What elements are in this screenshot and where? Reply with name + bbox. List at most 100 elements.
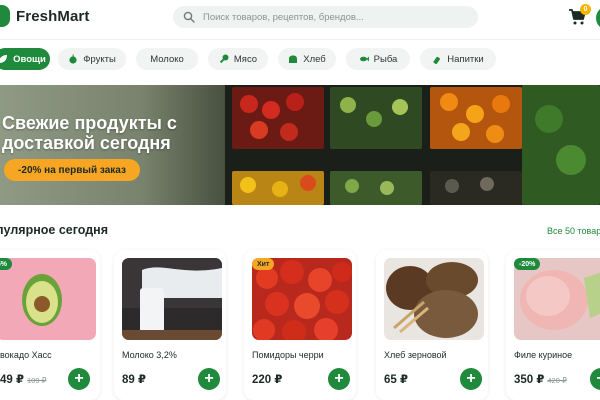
search-icon xyxy=(183,11,195,23)
product-image xyxy=(514,258,600,340)
vegetable xyxy=(445,179,459,193)
vegetable xyxy=(280,123,298,141)
avatar[interactable] xyxy=(596,6,600,30)
price-current: 65 ₽ xyxy=(384,374,408,386)
vegetable xyxy=(250,121,268,139)
price-current: 350 ₽ xyxy=(514,374,545,386)
crate-leafy xyxy=(522,85,600,205)
vegetable xyxy=(340,97,356,113)
vegetable xyxy=(300,175,316,191)
category-meat[interactable]: Мясо xyxy=(208,48,268,70)
vegetable xyxy=(366,111,382,127)
vegetable xyxy=(486,125,504,143)
category-label: Молоко xyxy=(150,53,184,65)
hit-badge: Хит xyxy=(252,258,275,270)
price-current: 49 ₽ xyxy=(0,374,24,386)
price-old: 420 ₽ xyxy=(547,376,567,385)
add-to-cart-button[interactable]: + xyxy=(460,368,482,390)
product-card[interactable]: -20% Филе куриное 350 ₽420 ₽ + xyxy=(506,250,600,400)
avocado-image xyxy=(22,274,62,326)
category-bread[interactable]: Хлеб xyxy=(278,48,336,70)
product-card[interactable]: Молоко 3,2% 89 ₽ + xyxy=(114,250,226,400)
milk-image xyxy=(122,258,222,340)
product-price: 49 ₽109 ₽ xyxy=(0,372,46,386)
product-card[interactable]: 25% вокадо Хасс 49 ₽109 ₽ + xyxy=(0,250,100,400)
logo-text: FreshMart xyxy=(16,7,90,25)
add-to-cart-button[interactable]: + xyxy=(68,368,90,390)
product-price: 65 ₽ xyxy=(384,372,408,386)
vegetable xyxy=(466,105,484,123)
add-to-cart-button[interactable]: + xyxy=(590,368,600,390)
search-input[interactable]: Поиск товаров, рецептов, брендов... xyxy=(173,6,478,28)
product-card[interactable]: Хлеб зерновой 65 ₽ + xyxy=(376,250,488,400)
apple-icon xyxy=(69,54,77,64)
category-label: Фрукты xyxy=(83,53,116,65)
category-label: Напитки xyxy=(447,53,484,65)
vegetable xyxy=(392,99,408,115)
product-name: Хлеб зерновой xyxy=(384,350,447,360)
vegetable xyxy=(272,181,288,197)
see-all-link[interactable]: Все 50 товар xyxy=(547,226,600,236)
add-to-cart-button[interactable]: + xyxy=(328,368,350,390)
chicken-fillet-image xyxy=(520,270,600,330)
category-label: Рыба xyxy=(373,53,398,65)
vegetable xyxy=(452,123,470,141)
logo-mark-icon xyxy=(0,5,10,27)
category-label: Овощи xyxy=(13,53,46,65)
vegetable xyxy=(262,101,280,119)
vegetable xyxy=(440,93,458,111)
product-price: 220 ₽ xyxy=(252,372,282,386)
price-old: 109 ₽ xyxy=(27,376,47,385)
banner-title: Свежие продукты с доставкой сегодня xyxy=(2,113,177,153)
crate-cucumbers xyxy=(330,171,422,205)
category-fruits[interactable]: Фрукты xyxy=(58,48,126,70)
category-label: Хлеб xyxy=(303,53,326,65)
vegetable xyxy=(535,105,563,133)
product-name: Филе куриное xyxy=(514,350,573,360)
top-bar: FreshMart Поиск товаров, рецептов, бренд… xyxy=(0,0,600,38)
category-fish[interactable]: Рыба xyxy=(346,48,410,70)
product-image xyxy=(0,258,96,340)
drumstick-icon xyxy=(219,54,229,64)
category-milk[interactable]: Молоко xyxy=(136,48,198,70)
tomatoes-image xyxy=(253,260,352,340)
product-name: Помидоры черри xyxy=(252,350,324,360)
category-label: Мясо xyxy=(233,53,258,65)
product-name: Молоко 3,2% xyxy=(122,350,177,360)
price-current: 220 ₽ xyxy=(252,374,283,386)
price-current: 89 ₽ xyxy=(122,374,146,386)
product-price: 350 ₽420 ₽ xyxy=(514,372,567,386)
bread-icon xyxy=(289,55,298,63)
header-divider xyxy=(0,39,600,40)
product-card[interactable]: Хит Помидоры черри 220 ₽ + xyxy=(244,250,356,400)
vegetable xyxy=(480,177,494,191)
product-image xyxy=(384,258,484,340)
logo[interactable]: FreshMart xyxy=(0,5,89,27)
product-price: 89 ₽ xyxy=(122,372,146,386)
fish-icon xyxy=(359,56,369,62)
category-vegetables[interactable]: Овощи xyxy=(0,48,50,70)
bottle-icon xyxy=(433,56,441,64)
vegetable xyxy=(240,95,258,113)
promo-cta-button[interactable]: -20% на первый заказ xyxy=(4,159,140,181)
vegetable xyxy=(380,181,394,195)
vegetable xyxy=(492,95,510,113)
product-name: вокадо Хасс xyxy=(0,350,52,360)
vegetable xyxy=(556,145,586,175)
category-bar: Овощи Фрукты Молоко Мясо Хлеб Рыба Напит… xyxy=(0,48,600,70)
add-to-cart-button[interactable]: + xyxy=(198,368,220,390)
discount-badge: -20% xyxy=(514,258,541,270)
vegetable xyxy=(345,179,359,193)
leaf-icon xyxy=(0,55,8,63)
product-image xyxy=(122,258,222,340)
category-drinks[interactable]: Напитки xyxy=(420,48,496,70)
cart-count-badge: 0 xyxy=(580,4,591,15)
section-title: пулярное сегодня xyxy=(0,223,109,237)
search-placeholder: Поиск товаров, рецептов, брендов... xyxy=(203,11,364,23)
discount-badge: 25% xyxy=(0,258,13,270)
product-image xyxy=(252,258,352,340)
bread-image xyxy=(386,262,478,338)
crate-dark-veg xyxy=(430,171,522,205)
vegetable xyxy=(286,93,304,111)
vegetable xyxy=(240,177,256,193)
